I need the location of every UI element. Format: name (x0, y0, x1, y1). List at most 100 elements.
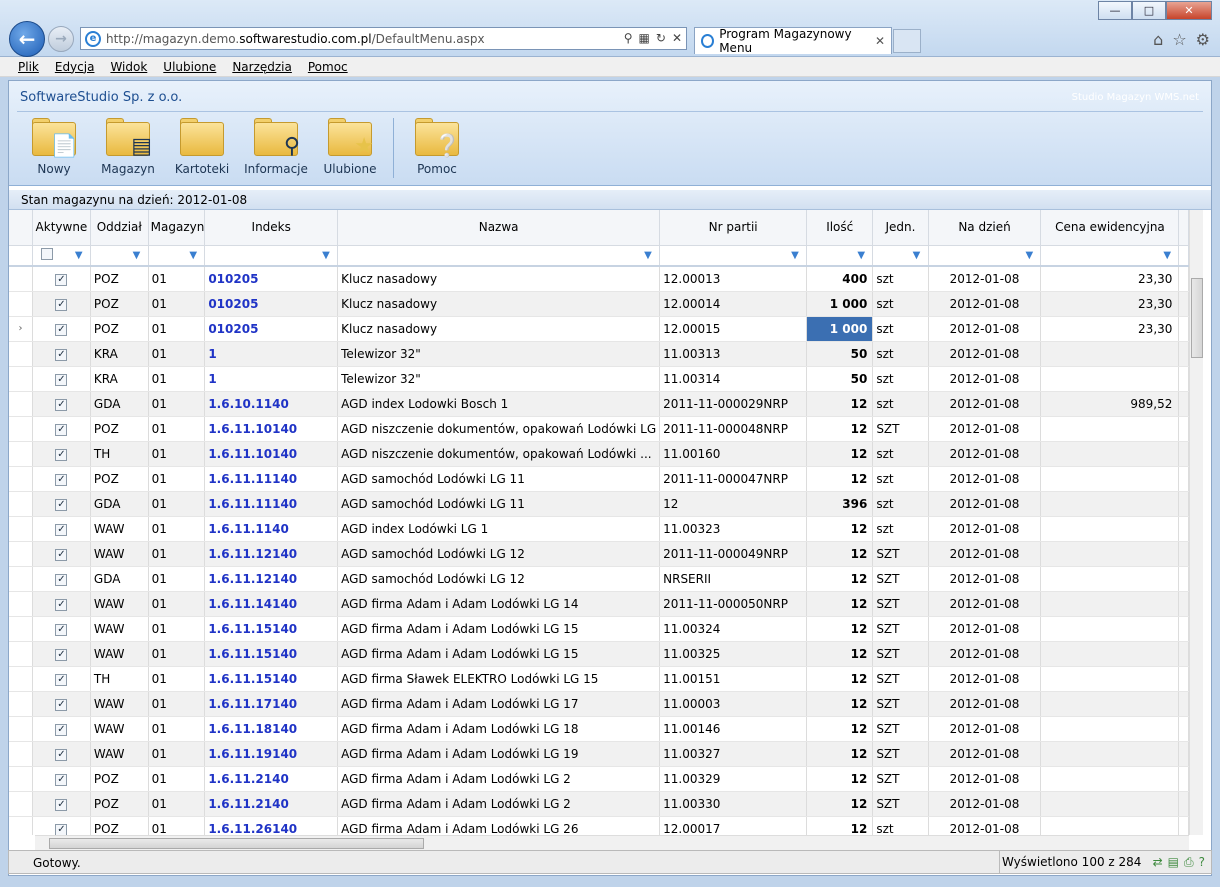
date-cell[interactable]: 2012-01-08 (928, 616, 1042, 642)
filter-funnel-icon[interactable]: ▼ (322, 250, 333, 261)
qty-cell[interactable]: 12 (806, 716, 874, 742)
row-indicator[interactable] (9, 741, 33, 767)
branch-cell[interactable]: WAW (90, 616, 149, 642)
home-icon[interactable]: ⌂ (1153, 30, 1163, 49)
active-cell[interactable]: ✓ (32, 541, 91, 567)
lot-cell[interactable]: 11.00323 (659, 516, 808, 542)
name-cell[interactable]: AGD firma Adam i Adam Lodówki LG 2 (337, 766, 661, 792)
lot-cell[interactable]: 12.00013 (659, 266, 808, 292)
spacer-cell[interactable] (1178, 766, 1189, 792)
lot-cell[interactable]: 11.00160 (659, 441, 808, 467)
lot-cell[interactable]: 12.00017 (659, 816, 808, 835)
col-ilosc[interactable]: Ilość (806, 210, 874, 246)
name-cell[interactable]: AGD firma Adam i Adam Lodówki LG 17 (337, 691, 661, 717)
branch-cell[interactable]: WAW (90, 516, 149, 542)
gear-icon[interactable]: ⚙ (1196, 30, 1210, 49)
active-checkbox[interactable]: ✓ (55, 299, 68, 311)
table-row[interactable]: ✓ WAW 01 1.6.11.12140 AGD samochód Lodówki L… (9, 541, 1189, 567)
filter-aktywne[interactable]: ▼ (32, 245, 91, 267)
unit-cell[interactable]: SZT (872, 616, 929, 642)
lot-cell[interactable]: 12.00015 (659, 316, 808, 342)
date-cell[interactable]: 2012-01-08 (928, 391, 1042, 417)
table-row[interactable]: ✓ KRA 01 1 Telewizor 32" 11.00313 50 szt 2012-01… (9, 341, 1189, 367)
date-cell[interactable]: 2012-01-08 (928, 266, 1042, 292)
name-cell[interactable]: AGD firma Adam i Adam Lodówki LG 2 (337, 791, 661, 817)
unit-cell[interactable]: szt (872, 491, 929, 517)
date-cell[interactable]: 2012-01-08 (928, 491, 1042, 517)
date-cell[interactable]: 2012-01-08 (928, 716, 1042, 742)
active-cell[interactable]: ✓ (32, 791, 91, 817)
table-row[interactable]: ✓ POZ 01 1.6.11.11140 AGD samochód Lodówki L… (9, 466, 1189, 492)
branch-cell[interactable]: WAW (90, 741, 149, 767)
row-indicator[interactable]: › (9, 316, 33, 342)
unit-cell[interactable]: szt (872, 316, 929, 342)
qty-cell[interactable]: 12 (806, 691, 874, 717)
row-indicator[interactable] (9, 441, 33, 467)
index-cell[interactable]: 1.6.11.17140 (204, 691, 339, 717)
active-cell[interactable]: ✓ (32, 716, 91, 742)
spacer-cell[interactable] (1178, 666, 1189, 692)
active-cell[interactable]: ✓ (32, 491, 91, 517)
table-row[interactable]: › ✓ POZ 01 010205 Klucz nasadowy 12.00015 1 000… (9, 316, 1189, 342)
name-cell[interactable]: AGD firma Sławek ELEKTRO Lodówki LG 15 (337, 666, 661, 692)
unit-cell[interactable]: SZT (872, 566, 929, 592)
row-indicator[interactable] (9, 491, 33, 517)
spacer-cell[interactable] (1178, 416, 1189, 442)
spacer-cell[interactable] (1178, 541, 1189, 567)
active-checkbox[interactable]: ✓ (55, 649, 68, 661)
name-cell[interactable]: AGD niszczenie dokumentów, opakowań Lodó… (337, 416, 661, 442)
close-tab-icon[interactable]: ✕ (875, 34, 885, 48)
name-cell[interactable]: AGD firma Adam i Adam Lodówki LG 15 (337, 616, 661, 642)
tool-nowy[interactable]: 📄 Nowy (17, 118, 91, 181)
name-cell[interactable]: Telewizor 32" (337, 366, 661, 392)
active-checkbox[interactable]: ✓ (55, 274, 68, 287)
active-cell[interactable]: ✓ (32, 291, 91, 317)
table-row[interactable]: ✓ WAW 01 1.6.11.14140 AGD firma Adam i Adam … (9, 591, 1189, 617)
lot-cell[interactable]: 2011-11-000050NRP (659, 591, 808, 617)
qty-cell[interactable]: 12 (806, 441, 874, 467)
unit-cell[interactable]: SZT (872, 416, 929, 442)
row-indicator[interactable] (9, 266, 33, 292)
qty-cell[interactable]: 12 (806, 541, 874, 567)
row-indicator[interactable] (9, 366, 33, 392)
filter-funnel-icon[interactable]: ▼ (189, 250, 200, 261)
branch-cell[interactable]: WAW (90, 541, 149, 567)
spacer-cell[interactable] (1178, 516, 1189, 542)
price-cell[interactable] (1040, 516, 1180, 542)
date-cell[interactable]: 2012-01-08 (928, 291, 1042, 317)
branch-cell[interactable]: POZ (90, 466, 149, 492)
active-cell[interactable]: ✓ (32, 516, 91, 542)
table-row[interactable]: ✓ WAW 01 1.6.11.19140 AGD firma Adam i Adam … (9, 741, 1189, 767)
name-cell[interactable]: AGD firma Adam i Adam Lodówki LG 18 (337, 716, 661, 742)
active-checkbox[interactable]: ✓ (55, 324, 68, 336)
favorites-star-icon[interactable]: ☆ (1172, 30, 1186, 49)
index-cell[interactable]: 1 (204, 366, 339, 392)
active-cell[interactable]: ✓ (32, 691, 91, 717)
active-cell[interactable]: ✓ (32, 341, 91, 367)
menu-edycja[interactable]: Edycja (55, 60, 95, 74)
spacer-cell[interactable] (1178, 266, 1189, 292)
col-na-dzien[interactable]: Na dzień (928, 210, 1042, 246)
name-cell[interactable]: AGD firma Adam i Adam Lodówki LG 26 (337, 816, 661, 835)
spacer-cell[interactable] (1178, 566, 1189, 592)
horizontal-scrollbar[interactable] (35, 835, 1189, 851)
branch-cell[interactable]: POZ (90, 416, 149, 442)
active-checkbox[interactable]: ✓ (55, 824, 68, 835)
spacer-cell[interactable] (1178, 616, 1189, 642)
qty-cell[interactable]: 12 (806, 641, 874, 667)
active-cell[interactable]: ✓ (32, 466, 91, 492)
name-cell[interactable]: AGD samochód Lodówki LG 12 (337, 566, 661, 592)
row-indicator[interactable] (9, 291, 33, 317)
price-cell[interactable] (1040, 816, 1180, 835)
row-indicator[interactable] (9, 791, 33, 817)
vertical-scrollbar[interactable] (1189, 210, 1203, 835)
index-cell[interactable]: 1.6.11.19140 (204, 741, 339, 767)
qty-cell[interactable]: 12 (806, 591, 874, 617)
table-row[interactable]: ✓ WAW 01 1.6.11.15140 AGD firma Adam i Adam … (9, 641, 1189, 667)
date-cell[interactable]: 2012-01-08 (928, 741, 1042, 767)
lot-cell[interactable]: 11.00003 (659, 691, 808, 717)
branch-cell[interactable]: TH (90, 666, 149, 692)
active-cell[interactable]: ✓ (32, 766, 91, 792)
branch-cell[interactable]: POZ (90, 291, 149, 317)
price-cell[interactable] (1040, 716, 1180, 742)
